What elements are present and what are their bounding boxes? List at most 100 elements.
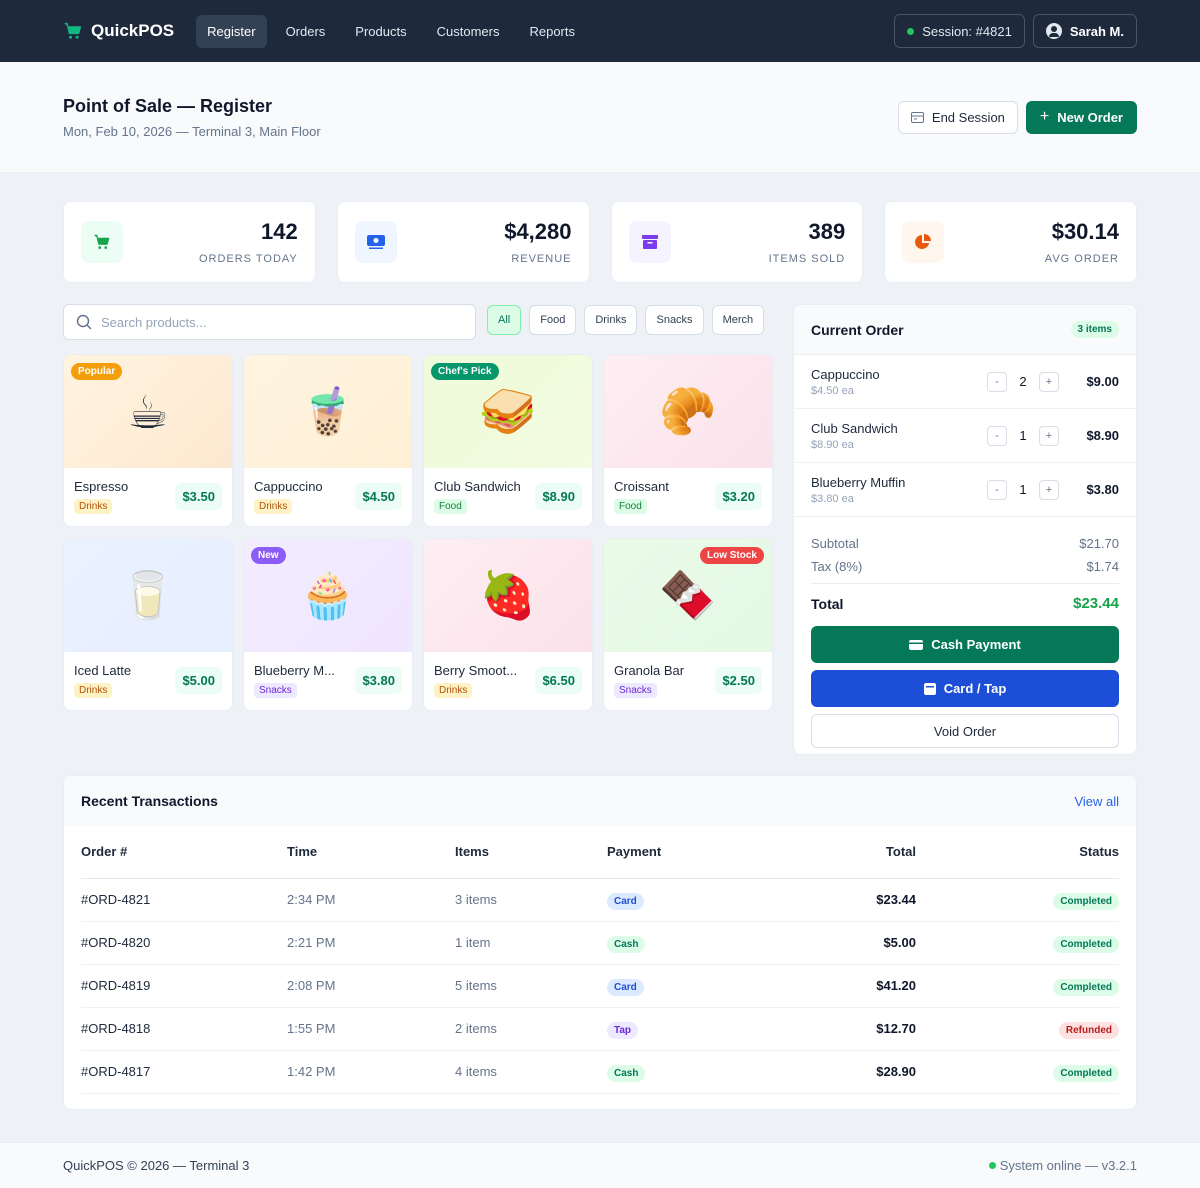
product-image: 🧋 bbox=[244, 355, 412, 468]
stat-value: $4,280 bbox=[504, 219, 572, 244]
product-text: Club Sandwich Food bbox=[434, 479, 521, 514]
product-card-cappuccino[interactable]: 🧋 Cappuccino Drinks $4.50 bbox=[243, 354, 413, 527]
order-item-unit-price: $3.80 ea bbox=[811, 492, 854, 505]
status-cell: Completed bbox=[916, 878, 1119, 922]
decrease-quantity-button[interactable]: - bbox=[987, 479, 1007, 500]
order-item-unit-price: $4.50 ea bbox=[811, 384, 854, 397]
cash-icon bbox=[354, 221, 397, 263]
product-text: Granola Bar Snacks bbox=[614, 663, 684, 698]
product-image: 🥛 bbox=[64, 539, 232, 652]
table-row[interactable]: #ORD-4819 2:08 PM 5 items Card $41.20 Complet… bbox=[81, 964, 1119, 1008]
product-card-iced-latte[interactable]: 🥛 Iced Latte Drinks $5.00 bbox=[63, 538, 233, 711]
filter-chip-snacks[interactable]: Snacks bbox=[645, 305, 704, 335]
payment-badge: Card bbox=[607, 893, 644, 910]
nav-link-reports[interactable]: Reports bbox=[518, 15, 586, 48]
order-count-badge: 3 items bbox=[1070, 321, 1119, 338]
new-order-label: New Order bbox=[1057, 109, 1123, 125]
product-text: Iced Latte Drinks bbox=[74, 663, 131, 698]
order-line-club-sandwich: Club Sandwich $8.90 ea -1 + $8.90 bbox=[794, 409, 1136, 463]
nav-link-register[interactable]: Register bbox=[196, 14, 267, 48]
quantity-stepper: -1 + bbox=[987, 479, 1059, 500]
product-text: Cappuccino Drinks bbox=[254, 479, 323, 514]
table-row[interactable]: #ORD-4818 1:55 PM 2 items Tap $12.70 Refunded bbox=[81, 1007, 1119, 1051]
product-card-croissant[interactable]: 🥐 Croissant Food $3.20 bbox=[603, 354, 773, 527]
payment-cell: Card bbox=[607, 878, 787, 922]
nav-links: Register Orders Products Customers Reports bbox=[196, 14, 586, 48]
table-row[interactable]: #ORD-4820 2:21 PM 1 item Cash $5.00 Completed bbox=[81, 921, 1119, 965]
order-item-name: Club Sandwich bbox=[811, 420, 898, 436]
cash-icon bbox=[909, 639, 924, 650]
void-order-button[interactable]: Void Order bbox=[811, 714, 1119, 748]
product-category-tag: Drinks bbox=[434, 683, 473, 698]
order-id-cell: #ORD-4818 bbox=[81, 1007, 287, 1051]
cash-payment-button[interactable]: Cash Payment bbox=[811, 626, 1119, 663]
brand-name: QuickPOS bbox=[91, 21, 175, 40]
nav-link-products[interactable]: Products bbox=[344, 15, 417, 48]
stat-values: $30.14 AVG ORDER bbox=[1045, 219, 1119, 265]
order-id-cell: #ORD-4819 bbox=[81, 964, 287, 1008]
product-card-blueberry-m[interactable]: 🧁 New Blueberry M... Snacks $3.80 bbox=[243, 538, 413, 711]
filter-chip-all[interactable]: All bbox=[487, 305, 522, 335]
table-row[interactable]: #ORD-4821 2:34 PM 3 items Card $23.44 Complet… bbox=[81, 878, 1119, 922]
increase-quantity-button[interactable]: + bbox=[1039, 371, 1059, 392]
quantity-value: 1 bbox=[1019, 482, 1027, 497]
filter-chip-merch[interactable]: Merch bbox=[711, 305, 765, 335]
decrease-quantity-button[interactable]: - bbox=[987, 425, 1007, 446]
view-all-link[interactable]: View all bbox=[1074, 794, 1119, 809]
product-price: $2.50 bbox=[715, 667, 762, 694]
product-card-espresso[interactable]: ☕ Popular Espresso Drinks $3.50 bbox=[63, 354, 233, 527]
order-id-cell: #ORD-4820 bbox=[81, 921, 287, 965]
payment-badge: Cash bbox=[607, 1065, 646, 1082]
stat-values: 389 ITEMS SOLD bbox=[769, 219, 846, 265]
product-category-tag: Drinks bbox=[74, 683, 113, 698]
product-text: Espresso Drinks bbox=[74, 479, 128, 514]
decrease-quantity-button[interactable]: - bbox=[987, 371, 1007, 392]
increase-quantity-button[interactable]: + bbox=[1039, 425, 1059, 446]
product-info: Granola Bar Snacks $2.50 bbox=[604, 652, 772, 698]
increase-quantity-button[interactable]: + bbox=[1039, 479, 1059, 500]
table-row[interactable]: #ORD-4817 1:42 PM 4 items Cash $28.90 Complet… bbox=[81, 1050, 1119, 1094]
nav-link-customers[interactable]: Customers bbox=[426, 15, 511, 48]
order-item-name: Blueberry Muffin bbox=[811, 474, 906, 490]
new-order-button[interactable]: + New Order bbox=[1025, 100, 1137, 134]
status-badge: Completed bbox=[1053, 893, 1119, 910]
end-session-button[interactable]: End Session bbox=[897, 100, 1018, 134]
end-session-label: End Session bbox=[931, 109, 1005, 125]
product-badge-low-stock: Low Stock bbox=[699, 547, 764, 564]
order-line-text: Blueberry Muffin $3.80 ea bbox=[811, 475, 905, 505]
status-badge: Refunded bbox=[1058, 1022, 1119, 1039]
category-filters: All Food Drinks Snacks Merch bbox=[487, 305, 765, 335]
product-card-club-sandwich[interactable]: 🥪 Chef's Pick Club Sandwich Food $8.90 bbox=[423, 354, 593, 527]
nav-link-orders[interactable]: Orders bbox=[275, 15, 337, 48]
product-name: Granola Bar bbox=[614, 663, 685, 678]
cash-payment-label: Cash Payment bbox=[931, 637, 1021, 652]
product-card-granola-bar[interactable]: 🍫 Low Stock Granola Bar Snacks $2.50 bbox=[603, 538, 773, 711]
stat-value: $30.14 bbox=[1051, 219, 1119, 244]
payment-cell: Cash bbox=[607, 921, 787, 965]
stat-values: 142 ORDERS TODAY bbox=[199, 219, 298, 265]
product-price: $3.80 bbox=[355, 667, 402, 694]
user-name: Sarah M. bbox=[1069, 23, 1124, 39]
current-order-panel: Current Order 3 items Cappuccino $4.50 ea… bbox=[793, 304, 1137, 755]
product-emoji-icon: 🥪 bbox=[479, 385, 537, 437]
session-button[interactable]: Session: #4821 bbox=[894, 14, 1025, 48]
filter-chip-food[interactable]: Food bbox=[529, 305, 577, 335]
payment-badge: Cash bbox=[607, 936, 646, 953]
card-tap-button[interactable]: Card / Tap bbox=[811, 670, 1119, 707]
filter-chip-drinks[interactable]: Drinks bbox=[584, 305, 638, 335]
column-header-items: Items bbox=[455, 826, 607, 879]
product-card-berry-smoot[interactable]: 🍓 Berry Smoot... Drinks $6.50 bbox=[423, 538, 593, 711]
product-name: Espresso bbox=[74, 479, 129, 494]
product-emoji-icon: 🧁 bbox=[299, 569, 357, 621]
product-name: Cappuccino bbox=[254, 479, 323, 494]
order-item-name: Cappuccino bbox=[811, 366, 880, 382]
product-price: $3.50 bbox=[175, 483, 222, 510]
transactions-title: Recent Transactions bbox=[81, 793, 218, 809]
product-search[interactable]: Search products... bbox=[63, 304, 476, 340]
brand[interactable]: QuickPOS bbox=[63, 21, 174, 41]
order-item-unit-price: $8.90 ea bbox=[811, 438, 854, 451]
page-title: Point of Sale — Register bbox=[63, 95, 273, 116]
user-menu-button[interactable]: Sarah M. bbox=[1032, 14, 1137, 48]
quantity-stepper: -1 + bbox=[987, 425, 1059, 446]
total-label: Total bbox=[811, 595, 844, 612]
